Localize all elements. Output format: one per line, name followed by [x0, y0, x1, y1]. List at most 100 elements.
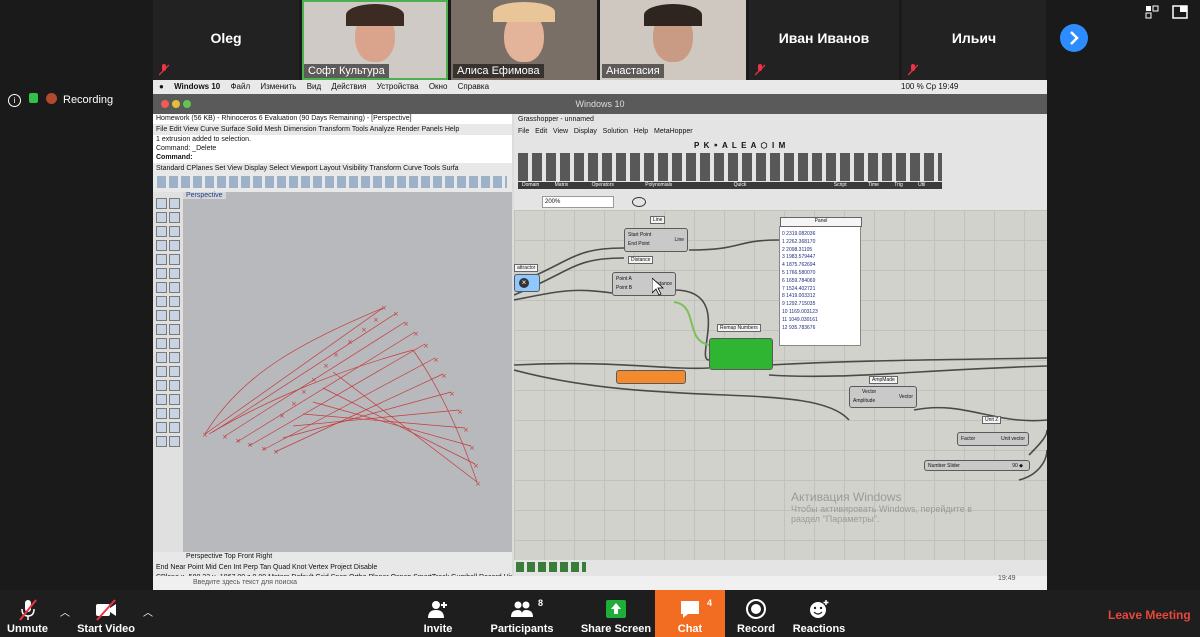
- unmute-button[interactable]: Unmute: [0, 590, 55, 637]
- input-amplitude[interactable]: Amplitude: [853, 398, 875, 404]
- svg-text:×: ×: [475, 480, 481, 488]
- line-component[interactable]: Start Point End Point Line: [624, 228, 688, 252]
- participants-button[interactable]: Participants: [490, 590, 554, 637]
- input-factor[interactable]: Factor: [961, 436, 975, 442]
- zoom-window-button[interactable]: [183, 100, 191, 108]
- participant-name: Анастасия: [602, 64, 664, 78]
- exit-fullscreen-icon[interactable]: [1145, 5, 1159, 19]
- participant-tile-anastasia[interactable]: Анастасия: [600, 0, 746, 80]
- close-window-button[interactable]: [161, 100, 169, 108]
- info-icon[interactable]: i: [8, 94, 21, 107]
- rhino-title: Homework (56 KB) - Rhinoceros 6 Evaluati…: [153, 114, 512, 124]
- gallery-view-icon[interactable]: [1172, 5, 1188, 19]
- svg-text:×: ×: [393, 310, 399, 318]
- output-vector[interactable]: Vector: [899, 394, 913, 400]
- slider-value[interactable]: 90 ◆: [1012, 463, 1023, 469]
- participant-tile-alisa[interactable]: Алиса Ефимова: [451, 0, 597, 80]
- rhino-toolbar-tabs[interactable]: Standard CPlanes Set View Display Select…: [153, 164, 512, 174]
- svg-text:×: ×: [381, 304, 387, 312]
- menu-edit[interactable]: Изменить: [260, 82, 296, 91]
- invite-label: Invite: [423, 623, 453, 635]
- series-component[interactable]: [616, 370, 686, 384]
- participant-tile-soft-kultura[interactable]: Софт Культура: [302, 0, 448, 80]
- participant-tile-ivan[interactable]: Иван Иванов: [749, 0, 899, 80]
- lock-icon: [29, 93, 38, 103]
- menu-window[interactable]: Окно: [429, 82, 448, 91]
- distance-component-label: Distance: [628, 256, 654, 264]
- rhino-menu[interactable]: File Edit View Curve Surface Solid Mesh …: [153, 125, 459, 135]
- input-end-point[interactable]: End Point: [628, 241, 650, 247]
- share-screen-button[interactable]: Share Screen: [580, 590, 652, 637]
- group-label: Polynomials: [645, 182, 673, 188]
- svg-text:×: ×: [279, 412, 285, 420]
- apple-icon[interactable]: ●: [159, 82, 164, 91]
- zoom-field[interactable]: 200%: [542, 196, 614, 208]
- input-vector[interactable]: Vector: [862, 389, 876, 395]
- video-options-chevron-icon[interactable]: ︿: [143, 604, 153, 619]
- unmute-label: Unmute: [7, 623, 48, 635]
- panel[interactable]: Panel 0 2319.082036 1 2262.368170 2 2098…: [779, 217, 862, 346]
- attractor-param[interactable]: ×: [514, 274, 540, 292]
- preview-eye-icon[interactable]: [632, 197, 646, 207]
- menu-file[interactable]: Файл: [230, 82, 250, 91]
- input-point-a[interactable]: Point A: [616, 276, 632, 282]
- command-prompt[interactable]: Command:: [153, 153, 512, 163]
- participant-tile-ilich[interactable]: Ильич: [902, 0, 1046, 80]
- panel-row: 9 1292.715035: [782, 301, 816, 308]
- start-video-button[interactable]: Start Video: [74, 590, 138, 637]
- ampmade-component[interactable]: Vector Amplitude Vector: [849, 386, 917, 408]
- svg-text:×: ×: [311, 376, 317, 384]
- reactions-label: Reactions: [792, 623, 846, 635]
- svg-text:×: ×: [273, 448, 279, 456]
- rhino-icon-toolbar[interactable]: [157, 176, 507, 188]
- participant-name: Иван Иванов: [778, 30, 870, 46]
- output-unit-vector[interactable]: Unit vector: [1001, 436, 1025, 442]
- number-slider[interactable]: Number Slider 90 ◆: [924, 460, 1030, 471]
- output-line[interactable]: Line: [675, 237, 684, 243]
- leave-meeting-label: Leave Meeting: [1108, 608, 1191, 622]
- gh-component-toolbar[interactable]: [518, 153, 942, 181]
- menu-devices[interactable]: Устройства: [377, 82, 419, 91]
- next-page-button[interactable]: [1060, 24, 1088, 52]
- participant-tile-oleg[interactable]: Oleg: [153, 0, 299, 80]
- menu-view[interactable]: Вид: [307, 82, 321, 91]
- mac-status: 100 % Ср 19:49: [901, 82, 959, 91]
- input-start-point[interactable]: Start Point: [628, 232, 651, 238]
- rhino-side-toolbar[interactable]: [153, 192, 183, 552]
- input-point-b[interactable]: Point B: [616, 285, 632, 291]
- gh-menu[interactable]: File Edit View Display Solution Help Met…: [518, 128, 693, 135]
- mic-muted-icon: [755, 64, 765, 76]
- vm-title: Windows 10: [575, 99, 625, 109]
- minimize-window-button[interactable]: [172, 100, 180, 108]
- viewport-tabs[interactable]: Perspective Top Front Right: [183, 552, 272, 562]
- leave-meeting-button[interactable]: Leave Meeting: [1108, 608, 1191, 622]
- svg-text:×: ×: [457, 408, 463, 416]
- distance-component[interactable]: Point A Point B Distance: [612, 272, 676, 296]
- gh-bottom-icons[interactable]: [516, 562, 586, 572]
- perspective-viewport[interactable]: Perspective × × × × × × × × × × × × × × …: [183, 192, 512, 552]
- group-label: Time: [867, 182, 879, 188]
- record-button[interactable]: Record: [733, 590, 779, 637]
- svg-text:×: ×: [373, 316, 379, 324]
- reactions-button[interactable]: Reactions: [792, 590, 846, 637]
- search-box[interactable]: Введите здесь текст для поиска: [193, 576, 297, 590]
- mac-menubar: ● Windows 10 Файл Изменить Вид Действия …: [153, 80, 1047, 94]
- gh-toolbar-tabs[interactable]: P K ⁍ A L E A ⬡ I M: [694, 141, 785, 150]
- gh-canvas[interactable]: Line Start Point End Point Line attracto…: [514, 210, 1047, 560]
- menu-actions[interactable]: Действия: [331, 82, 366, 91]
- osnap-bar[interactable]: End Near Point Mid Cen Int Perp Tan Quad…: [153, 563, 377, 573]
- unitz-component[interactable]: Factor Unit vector: [957, 432, 1029, 446]
- invite-button[interactable]: Invite: [416, 590, 460, 637]
- svg-text:×: ×: [301, 388, 307, 396]
- svg-text:×: ×: [433, 356, 439, 364]
- mic-muted-icon: [159, 64, 169, 76]
- taskbar-time: 19:49: [998, 575, 1016, 582]
- menu-app[interactable]: Windows 10: [174, 82, 220, 91]
- participant-name: Oleg: [210, 30, 242, 46]
- remap-component[interactable]: [709, 338, 773, 370]
- menu-help[interactable]: Справка: [458, 82, 489, 91]
- gh-title: Grasshopper - unnamed: [518, 116, 594, 123]
- audio-options-chevron-icon[interactable]: ︿: [60, 604, 70, 619]
- watermark-title: Активация Windows: [791, 490, 902, 504]
- chat-button[interactable]: Chat: [655, 590, 725, 637]
